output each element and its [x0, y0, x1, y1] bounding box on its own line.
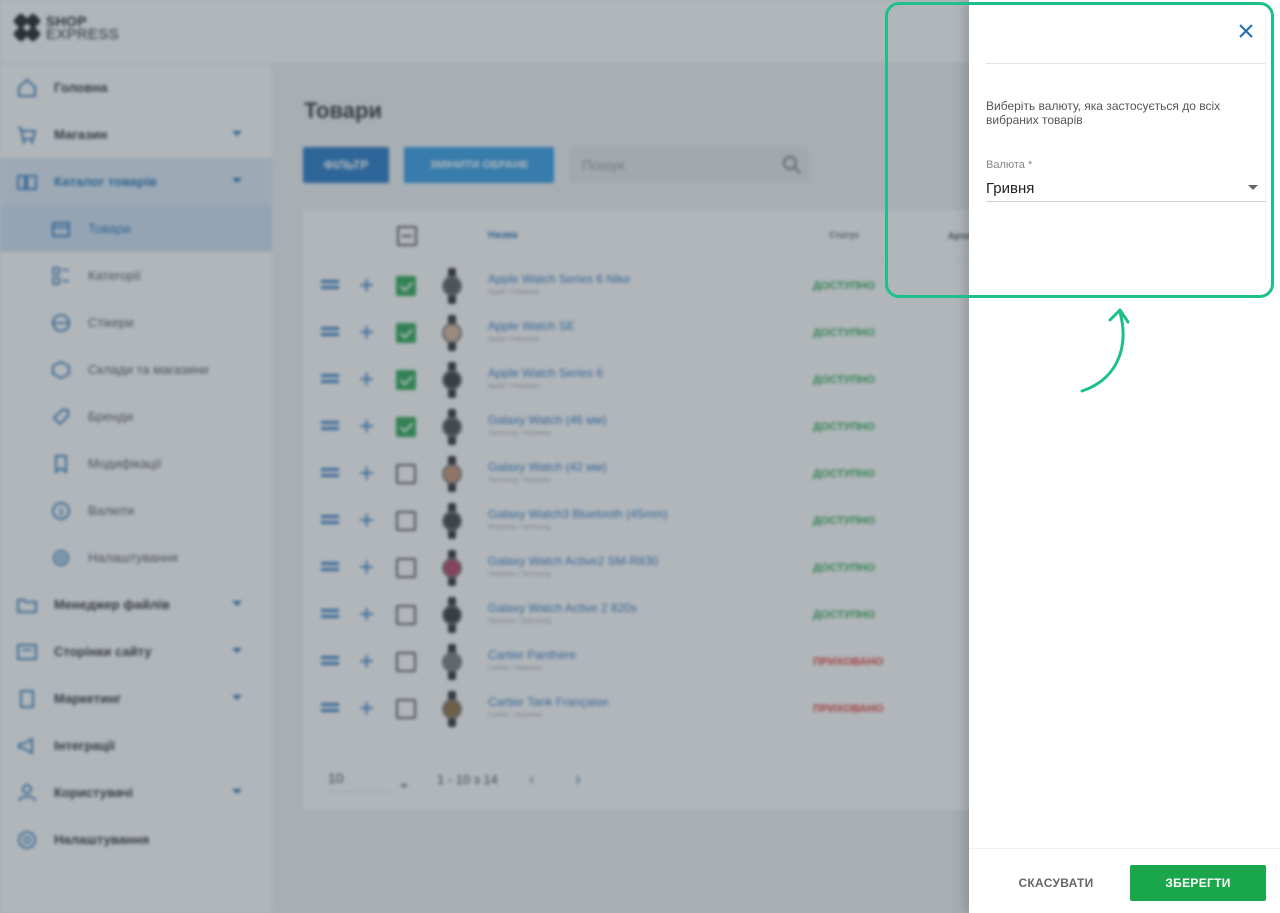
cancel-button[interactable]: СКАСУВАТИ	[1000, 866, 1112, 900]
currency-label: Валюта *	[986, 159, 1033, 171]
modal-overlay[interactable]	[0, 0, 969, 913]
drawer-description: Виберіть валюту, яка застосується до всі…	[986, 99, 1221, 127]
currency-select[interactable]: Гривня	[986, 174, 1266, 202]
chevron-down-icon	[1248, 185, 1258, 190]
close-icon[interactable]	[1235, 20, 1257, 42]
currency-value: Гривня	[986, 180, 1035, 197]
drawer-footer: СКАСУВАТИ ЗБЕРЕГТИ	[969, 848, 1280, 913]
currency-drawer: Виберіть валюту, яка застосується до всі…	[969, 0, 1280, 913]
drawer-divider	[986, 63, 1266, 64]
save-button[interactable]: ЗБЕРЕГТИ	[1130, 865, 1266, 901]
